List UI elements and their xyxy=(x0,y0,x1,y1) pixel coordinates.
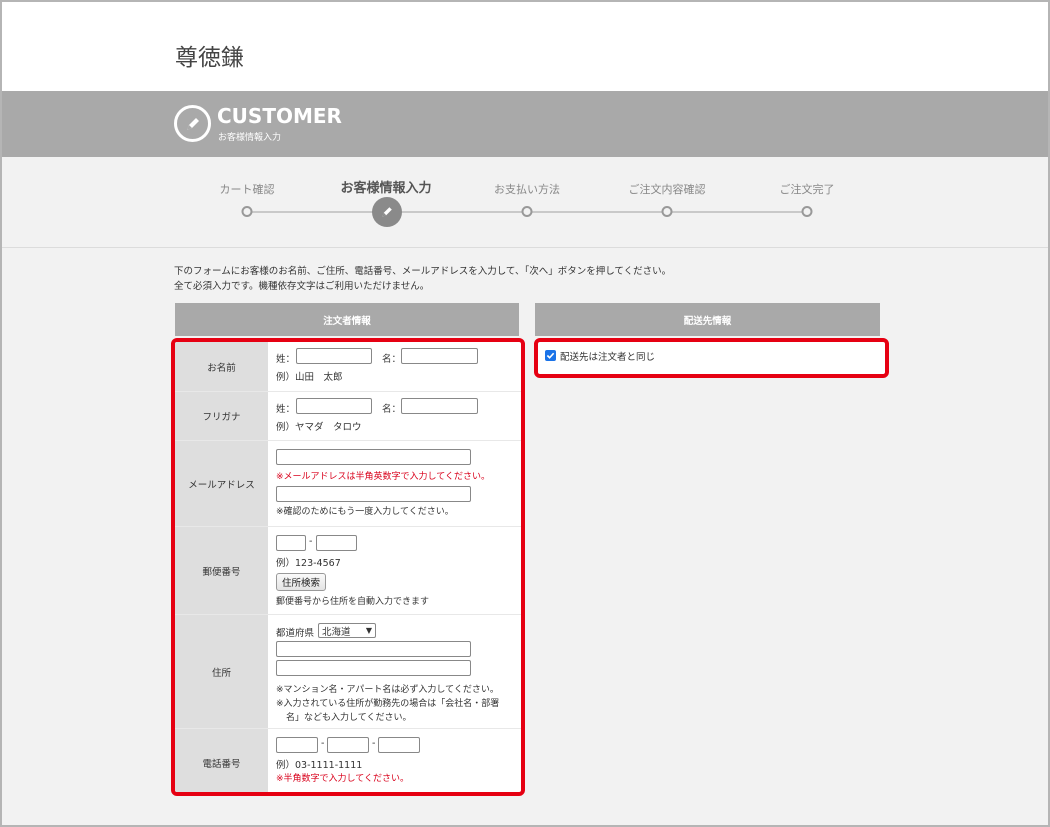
postal-part2-input[interactable] xyxy=(316,535,357,551)
furigana-example: 例）ヤマダ タロウ xyxy=(276,422,362,433)
address-note-2: ※入力されている住所が勤務先の場合は「会社名・部署 xyxy=(276,699,500,709)
phone-part3-input[interactable] xyxy=(378,737,420,753)
section-banner: CUSTOMER お客様情報入力 xyxy=(2,91,1048,157)
step-label-confirm: ご注文内容確認 xyxy=(628,183,706,196)
intro-line-1: 下のフォームにお客様のお名前、ご住所、電話番号、メールアドレスを入力して、「次へ… xyxy=(174,266,672,277)
phone-example: 例）03-1111-1111 xyxy=(276,760,363,771)
step-label-complete: ご注文完了 xyxy=(779,183,835,196)
step-dot-complete xyxy=(801,206,813,217)
postal-label: 郵便番号 xyxy=(175,527,268,614)
email-label: メールアドレス xyxy=(175,441,268,526)
address-row: 住所 都道府県 北海道 ▼ ※マンション名・アパート名は必ず入力してください。 … xyxy=(175,615,521,729)
step-dot-payment xyxy=(521,206,533,217)
phone-part1-input[interactable] xyxy=(276,737,318,753)
step-dot-confirm xyxy=(661,206,673,217)
furigana-row: フリガナ 姓： 名： 例）ヤマダ タロウ xyxy=(175,392,521,441)
furigana-mei-label: 名： xyxy=(382,404,402,415)
address-note-1: ※マンション名・アパート名は必ず入力してください。 xyxy=(276,685,499,695)
same-as-orderer-label[interactable]: 配送先は注文者と同じ xyxy=(560,349,655,363)
name-label: お名前 xyxy=(175,342,268,391)
same-as-orderer-checkbox[interactable] xyxy=(545,350,556,361)
name-sei-input[interactable] xyxy=(296,348,372,364)
pen-icon xyxy=(174,105,211,142)
postal-dash: - xyxy=(309,536,313,547)
furigana-label: フリガナ xyxy=(175,392,268,440)
phone-row: 電話番号 - - 例）03-1111-1111 ※半角数字で入力してください。 xyxy=(175,729,521,792)
name-sei-label: 姓： xyxy=(276,354,296,365)
step-dot-cart xyxy=(241,206,253,217)
name-mei-label: 名： xyxy=(382,354,402,365)
chevron-down-icon: ▼ xyxy=(365,626,372,635)
banner-subtitle: お客様情報入力 xyxy=(218,133,282,143)
step-label-cart: カート確認 xyxy=(219,183,275,196)
phone-note: ※半角数字で入力してください。 xyxy=(276,774,410,784)
top-bar: 尊徳鎌 xyxy=(2,2,1048,91)
banner-title: CUSTOMER xyxy=(217,104,342,128)
email-input[interactable] xyxy=(276,449,471,465)
phone-part2-input[interactable] xyxy=(327,737,369,753)
furigana-sei-input[interactable] xyxy=(296,398,372,414)
furigana-mei-input[interactable] xyxy=(401,398,478,414)
name-mei-input[interactable] xyxy=(401,348,478,364)
orderer-panel-header: 注文者情報 xyxy=(175,303,519,336)
postal-part1-input[interactable] xyxy=(276,535,306,551)
intro-text: 下のフォームにお客様のお名前、ご住所、電話番号、メールアドレスを入力して、「次へ… xyxy=(174,264,671,294)
step-active-pen-icon xyxy=(372,197,402,227)
email-note: ※メールアドレスは半角英数字で入力してください。 xyxy=(276,472,491,482)
postal-example: 例）123-4567 xyxy=(276,558,341,569)
email-confirm-input[interactable] xyxy=(276,486,471,502)
furigana-sei-label: 姓： xyxy=(276,404,296,415)
prefecture-select[interactable]: 北海道 ▼ xyxy=(318,623,376,638)
address-search-button[interactable]: 住所検索 xyxy=(276,573,327,591)
postal-row: 郵便番号 - 例）123-4567 住所検索 郵便番号から住所を自動入力できます xyxy=(175,527,521,615)
address-line1-input[interactable] xyxy=(276,641,471,657)
shipping-panel-header: 配送先情報 xyxy=(535,303,880,336)
email-confirm-note: ※確認のためにもう一度入力してください。 xyxy=(276,507,454,517)
postal-note: 郵便番号から住所を自動入力できます xyxy=(276,597,430,607)
step-label-payment: お支払い方法 xyxy=(494,183,560,196)
prefecture-label: 都道府県 xyxy=(276,628,315,639)
step-label-customer: お客様情報入力 xyxy=(340,181,432,196)
orderer-form: お名前 姓： 名： 例）山田 太郎 フリガナ 姓： 名： 例）ヤマダ タロウ メ… xyxy=(171,338,525,796)
shop-name: 尊徳鎌 xyxy=(175,45,244,71)
name-row: お名前 姓： 名： 例）山田 太郎 xyxy=(175,342,521,392)
intro-line-2: 全て必須入力です。機種依存文字はご利用いただけません。 xyxy=(174,281,430,292)
name-example: 例）山田 太郎 xyxy=(276,372,343,383)
phone-dash-1: - xyxy=(321,738,325,749)
address-line2-input[interactable] xyxy=(276,660,471,676)
address-note-3: 名」なども入力してください。 xyxy=(286,713,412,723)
phone-dash-2: - xyxy=(372,738,376,749)
shipping-form: 配送先は注文者と同じ xyxy=(534,338,889,378)
address-label: 住所 xyxy=(175,615,268,728)
prefecture-selected: 北海道 xyxy=(322,626,351,638)
check-icon xyxy=(546,352,555,359)
email-row: メールアドレス ※メールアドレスは半角英数字で入力してください。 ※確認のために… xyxy=(175,441,521,527)
divider xyxy=(2,247,1048,248)
phone-label: 電話番号 xyxy=(175,729,268,792)
